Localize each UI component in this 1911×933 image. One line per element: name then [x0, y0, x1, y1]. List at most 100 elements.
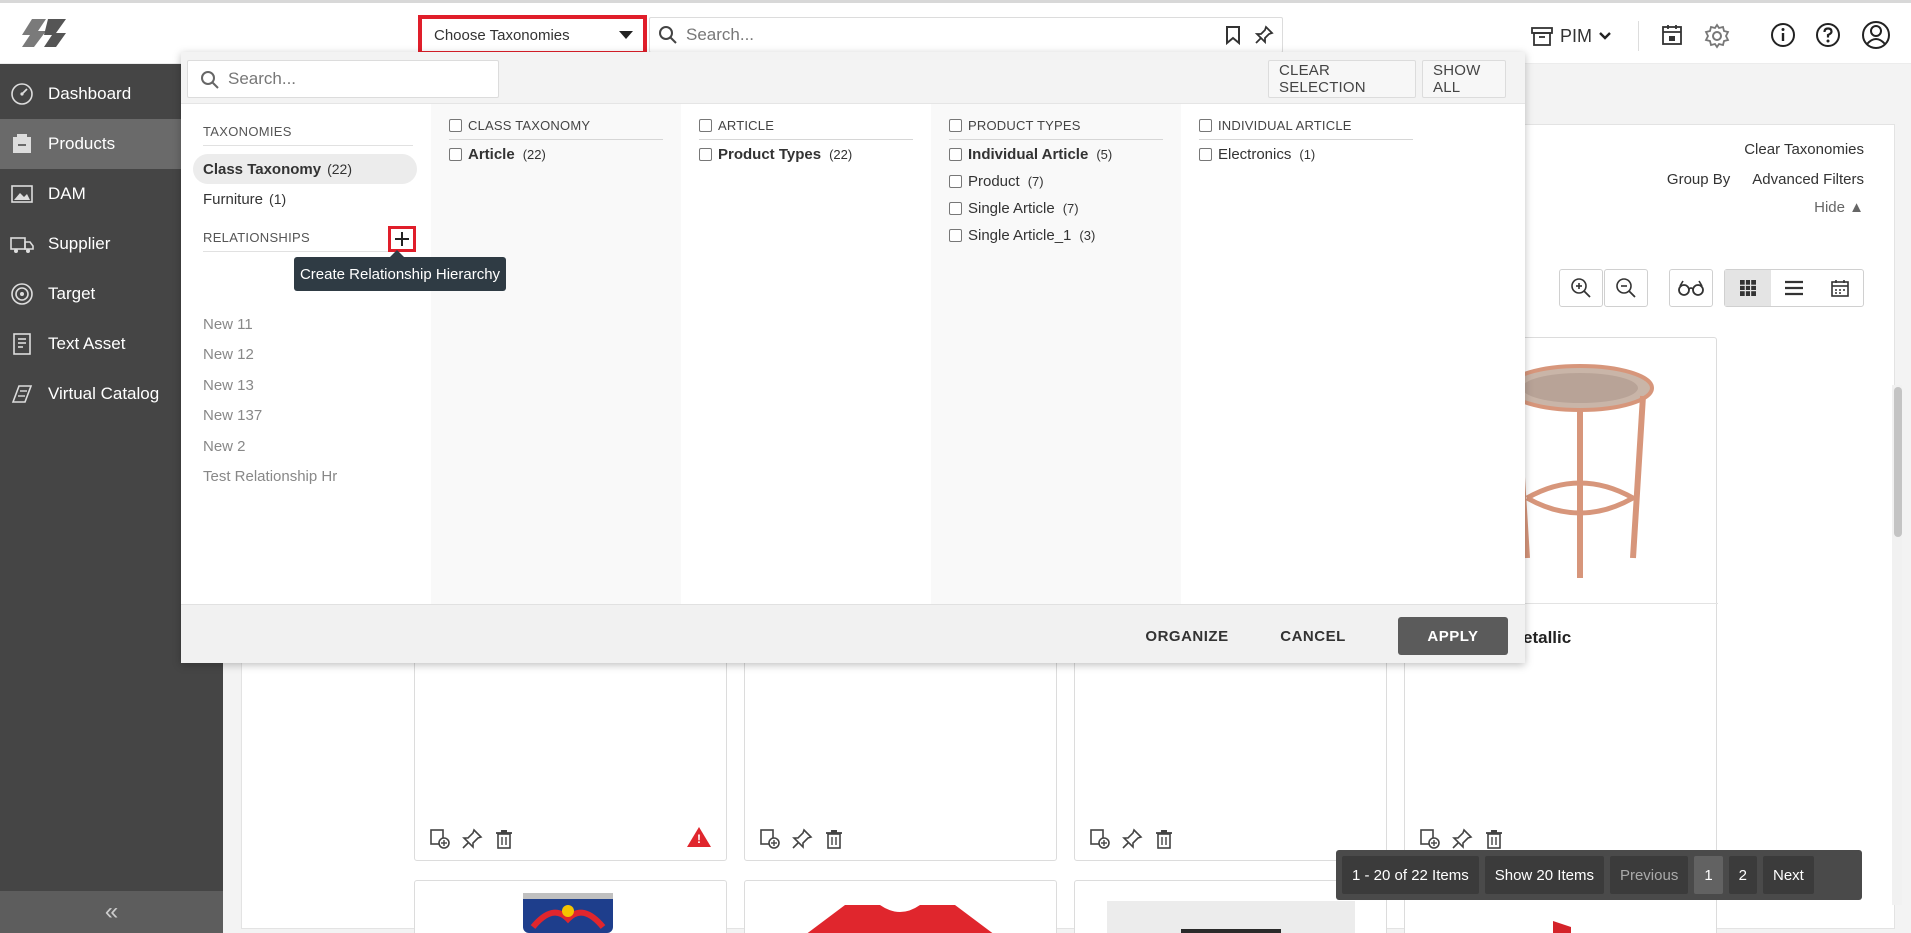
clear-taxonomies-link[interactable]: Clear Taxonomies	[1744, 141, 1864, 158]
node-checkbox[interactable]	[949, 148, 962, 161]
advanced-filters-button[interactable]: Advanced Filters	[1752, 171, 1864, 188]
taxonomy-node-single-article-1[interactable]: Single Article_1 (3)	[949, 227, 1095, 244]
page-size-button[interactable]: Show 20 Items	[1484, 856, 1604, 894]
sidebar-collapse-button[interactable]: «	[0, 891, 223, 933]
add-to-collection-icon[interactable]	[429, 828, 451, 850]
zoom-in-button[interactable]	[1559, 269, 1603, 307]
page-button-2[interactable]: 2	[1728, 856, 1757, 894]
taxonomy-count: (22)	[327, 161, 353, 177]
node-name: Individual Article	[968, 146, 1089, 163]
pin-icon[interactable]	[1451, 828, 1473, 850]
calendar-view-button[interactable]	[1817, 270, 1863, 306]
node-count: (7)	[1027, 174, 1044, 189]
node-checkbox[interactable]	[949, 175, 962, 188]
taxonomy-node-individual-article[interactable]: Individual Article (5)	[949, 146, 1112, 163]
help-icon[interactable]	[1815, 22, 1841, 48]
delete-icon[interactable]	[823, 828, 845, 850]
page-button-1[interactable]: 1	[1694, 856, 1723, 894]
pin-icon[interactable]	[461, 828, 483, 850]
delete-icon[interactable]	[493, 828, 515, 850]
product-card[interactable]	[414, 880, 727, 933]
previous-page-button[interactable]: Previous	[1609, 856, 1689, 894]
node-count: (22)	[522, 147, 546, 162]
taxonomy-node-single-article[interactable]: Single Article (7)	[949, 200, 1079, 217]
group-by-button[interactable]: Group By	[1667, 171, 1730, 188]
relationship-item[interactable]: New 2	[203, 438, 246, 455]
hide-filters-toggle[interactable]: Hide ▲	[1814, 199, 1864, 216]
node-checkbox[interactable]	[949, 202, 962, 215]
taxonomy-column-article: ARTICLE Product Types (22)	[681, 104, 931, 604]
product-card[interactable]	[744, 880, 1057, 933]
node-count: (22)	[829, 147, 853, 162]
products-icon	[13, 134, 31, 153]
pagination-summary: 1 - 20 of 22 Items	[1342, 856, 1479, 894]
clear-selection-button[interactable]: CLEAR SELECTION	[1268, 60, 1416, 98]
grid-view-button[interactable]	[1725, 270, 1771, 306]
add-to-collection-icon[interactable]	[1419, 828, 1441, 850]
node-count: (3)	[1079, 228, 1096, 243]
add-to-collection-icon[interactable]	[759, 828, 781, 850]
delete-icon[interactable]	[1483, 828, 1505, 850]
relationship-item[interactable]: New 11	[203, 316, 253, 333]
add-to-collection-icon[interactable]	[1089, 828, 1111, 850]
column-header-label: ARTICLE	[718, 118, 775, 133]
taxonomy-node-electronics[interactable]: Electronics (1)	[1199, 146, 1315, 163]
taxonomy-item-class-taxonomy[interactable]: Class Taxonomy (22)	[193, 154, 417, 184]
pin-icon[interactable]	[1121, 828, 1143, 850]
apply-button[interactable]: APPLY	[1398, 617, 1508, 655]
relationship-item[interactable]: Test Relationship Hr	[203, 468, 337, 485]
taxonomy-select-label: Choose Taxonomies	[434, 26, 570, 44]
create-relationship-button[interactable]	[388, 226, 416, 252]
taxonomy-node-product-types[interactable]: Product Types (22)	[699, 146, 852, 163]
node-checkbox[interactable]	[949, 229, 962, 242]
info-icon[interactable]	[1770, 22, 1796, 48]
relationship-item[interactable]: New 13	[203, 377, 254, 394]
taxonomy-list: TAXONOMIES Class Taxonomy (22) Furniture…	[181, 104, 431, 604]
search-icon	[659, 26, 677, 44]
warning-badge-text: !	[697, 832, 701, 846]
column-select-all-checkbox[interactable]	[949, 119, 962, 132]
column-select-all-checkbox[interactable]	[699, 119, 712, 132]
column-header: PRODUCT TYPES	[949, 118, 1163, 140]
cancel-button[interactable]: CANCEL	[1273, 617, 1353, 655]
organize-button[interactable]: ORGANIZE	[1139, 617, 1235, 655]
calendar-save-icon[interactable]	[1660, 23, 1684, 47]
gear-icon[interactable]	[1704, 23, 1730, 49]
lipstick-image	[1553, 921, 1571, 933]
zoom-out-button[interactable]	[1604, 269, 1648, 307]
grid-icon	[1740, 280, 1756, 296]
warning-icon[interactable]: !	[686, 826, 712, 848]
column-select-all-checkbox[interactable]	[1199, 119, 1212, 132]
node-name: Product Types	[718, 146, 822, 163]
scrollbar-thumb[interactable]	[1894, 387, 1902, 537]
user-avatar-icon[interactable]	[1861, 20, 1891, 50]
view-mode-toggle	[1724, 269, 1864, 307]
node-checkbox[interactable]	[699, 148, 712, 161]
relationship-item[interactable]: New 137	[203, 407, 262, 424]
sidebar-item-label: Text Asset	[48, 334, 126, 353]
node-checkbox[interactable]	[449, 148, 462, 161]
global-search	[649, 17, 1283, 53]
node-count: (7)	[1062, 201, 1079, 216]
taxonomy-node-article[interactable]: Article (22)	[449, 146, 546, 163]
node-checkbox[interactable]	[1199, 148, 1212, 161]
global-search-input[interactable]	[686, 18, 1206, 52]
taxonomy-item-furniture[interactable]: Furniture (1)	[193, 184, 417, 214]
delete-icon[interactable]	[1153, 828, 1175, 850]
chevron-down-icon	[1599, 32, 1611, 40]
column-select-all-checkbox[interactable]	[449, 119, 462, 132]
taxonomy-column-class-taxonomy: CLASS TAXONOMY Article (22)	[431, 104, 681, 604]
relationship-item[interactable]: New 12	[203, 346, 254, 363]
taxonomy-search-input[interactable]	[228, 61, 488, 97]
taxonomy-node-product[interactable]: Product (7)	[949, 173, 1044, 190]
brand-logo-icon[interactable]	[18, 13, 72, 53]
preview-button[interactable]	[1669, 269, 1713, 307]
show-all-button[interactable]: SHOW ALL	[1422, 60, 1506, 98]
module-switcher[interactable]: PIM	[1530, 21, 1612, 51]
list-view-button[interactable]	[1771, 270, 1817, 306]
next-page-button[interactable]: Next	[1763, 856, 1814, 894]
bookmark-icon[interactable]	[1224, 25, 1242, 45]
pin-icon[interactable]	[1254, 25, 1274, 45]
taxonomy-select[interactable]: Choose Taxonomies	[418, 15, 647, 55]
pin-icon[interactable]	[791, 828, 813, 850]
